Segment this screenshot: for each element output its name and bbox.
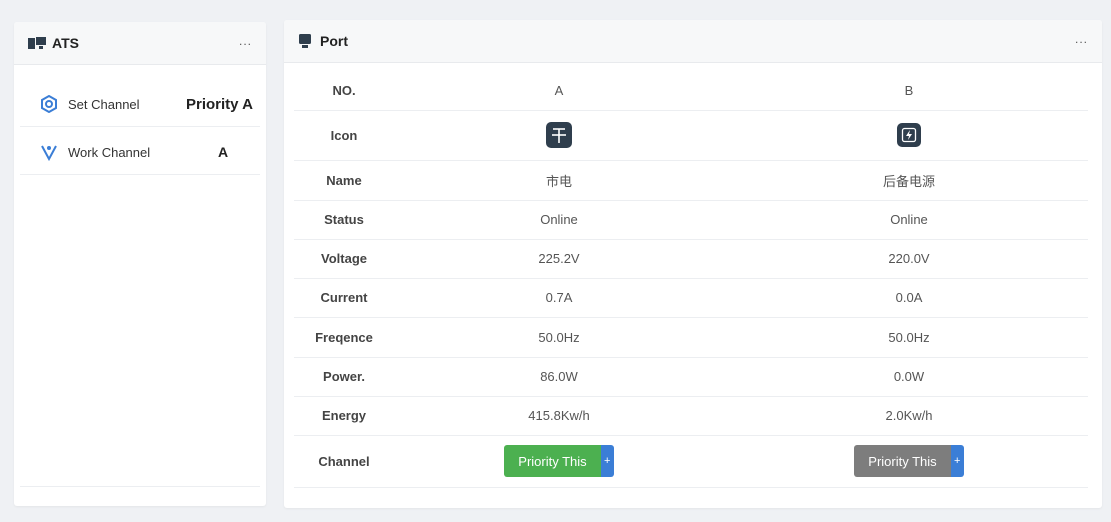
port-b-power: 0.0W bbox=[893, 369, 925, 384]
port-a-voltage: 225.2V bbox=[538, 251, 580, 266]
power-label: Power. bbox=[323, 369, 365, 384]
port-a-current: 0.7A bbox=[545, 290, 573, 305]
name-label: Name bbox=[326, 172, 362, 188]
port-b-voltage: 220.0V bbox=[888, 251, 930, 266]
table-row: Channel Priority This + Priority This + bbox=[294, 435, 1088, 488]
table-row: Power. 86.0W 0.0W bbox=[294, 357, 1088, 397]
port-b-name: 后备电源 bbox=[882, 174, 935, 190]
work-channel-value: A bbox=[218, 144, 229, 160]
table-row: Status Online Online bbox=[294, 200, 1088, 240]
port-b-status: Online bbox=[890, 212, 928, 227]
battery-power-icon bbox=[897, 123, 921, 147]
port-b-current: 0.0A bbox=[895, 290, 923, 305]
port-b-frequence: 50.0Hz bbox=[888, 329, 930, 345]
table-row: Voltage 225.2V 220.0V bbox=[294, 239, 1088, 279]
table-row: NO. A B bbox=[294, 70, 1088, 111]
energy-label: Energy bbox=[321, 408, 367, 423]
port-b-channel-cell: Priority This + bbox=[824, 435, 994, 487]
current-label: Current bbox=[320, 290, 368, 305]
port-a-status: Online bbox=[540, 212, 578, 227]
table-row: Name 市电 后备电源 bbox=[294, 160, 1088, 201]
antenna-icon bbox=[40, 143, 58, 161]
table-row: Current 0.7A 0.0A bbox=[294, 278, 1088, 318]
ats-more-menu[interactable]: ... bbox=[239, 34, 252, 48]
port-a-priority-button[interactable]: Priority This bbox=[504, 445, 601, 477]
set-channel-value: Priority A bbox=[186, 95, 253, 113]
port-a-no: A bbox=[554, 82, 564, 98]
port-title: Port bbox=[320, 33, 348, 49]
port-b-priority-button[interactable]: Priority This bbox=[854, 445, 951, 477]
ats-title: ATS bbox=[52, 35, 79, 51]
divider bbox=[20, 486, 260, 487]
port-a-plus-button[interactable]: + bbox=[600, 445, 614, 477]
power-grid-icon bbox=[546, 122, 572, 148]
port-panel: Port ... NO. A B Icon Name 市电 后备电源 Statu… bbox=[284, 20, 1102, 508]
table-row: Freqence 50.0Hz 50.0Hz bbox=[294, 317, 1088, 358]
table-row: Energy 415.8Kw/h 2.0Kw/h bbox=[294, 396, 1088, 436]
port-a-channel-cell: Priority This + bbox=[474, 435, 644, 487]
channel-label: Channel bbox=[318, 453, 370, 469]
port-a-priority-group: Priority This + bbox=[504, 445, 614, 477]
work-channel-row: Work Channel A bbox=[20, 130, 260, 175]
voltage-label: Voltage bbox=[321, 251, 367, 266]
port-a-icon-cell bbox=[474, 110, 644, 160]
port-b-energy: 2.0Kw/h bbox=[885, 408, 933, 423]
set-channel-label: Set Channel bbox=[68, 96, 140, 112]
port-b-plus-button[interactable]: + bbox=[950, 445, 964, 477]
status-label: Status bbox=[324, 212, 364, 227]
ats-header: ATS ... bbox=[14, 22, 266, 65]
port-a-energy: 415.8Kw/h bbox=[528, 408, 590, 423]
set-channel-row: Set Channel Priority A bbox=[20, 82, 260, 127]
ats-panel: ATS ... Set Channel Priority A Work Chan… bbox=[14, 22, 266, 506]
devices-icon bbox=[28, 36, 46, 50]
port-a-power: 86.0W bbox=[540, 369, 578, 384]
port-b-icon-cell bbox=[824, 110, 994, 160]
work-channel-label: Work Channel bbox=[68, 144, 151, 160]
port-b-no: B bbox=[904, 82, 914, 98]
settings-icon bbox=[40, 95, 58, 113]
icon-label: Icon bbox=[330, 127, 358, 143]
port-a-name: 市电 bbox=[545, 174, 572, 190]
port-header: Port ... bbox=[284, 20, 1102, 63]
port-a-frequence: 50.0Hz bbox=[538, 329, 580, 345]
monitor-icon bbox=[298, 34, 314, 48]
no-label: NO. bbox=[332, 82, 356, 98]
port-b-priority-group: Priority This + bbox=[854, 445, 964, 477]
port-more-menu[interactable]: ... bbox=[1075, 32, 1088, 46]
table-row: Icon bbox=[294, 110, 1088, 161]
frequence-label: Freqence bbox=[315, 329, 373, 345]
